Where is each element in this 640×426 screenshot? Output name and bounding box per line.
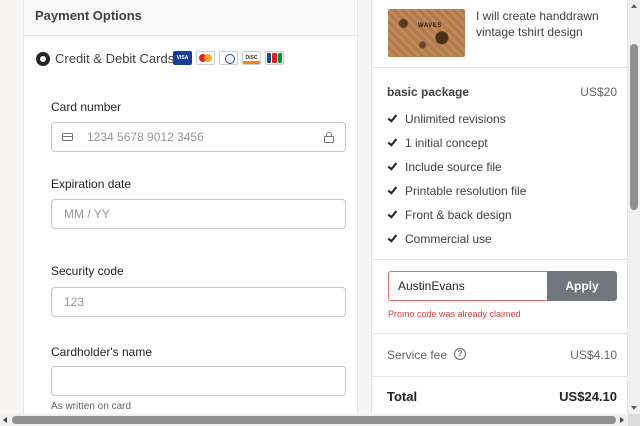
mastercard-icon bbox=[196, 51, 215, 65]
package-row: basic package US$20 bbox=[387, 85, 617, 100]
payment-options-header: Payment Options bbox=[24, 0, 357, 36]
card-brands: VISA DISC bbox=[173, 51, 284, 65]
promo-code-field[interactable] bbox=[388, 271, 548, 301]
feature-item: Include source file bbox=[387, 160, 526, 184]
service-fee-row: Service fee ? US$4.10 bbox=[387, 348, 617, 363]
promo-error-message: Promo code was already claimed bbox=[388, 309, 521, 319]
scroll-up-icon[interactable] bbox=[631, 4, 637, 8]
card-number-label: Card number bbox=[51, 100, 122, 114]
feature-item: Commercial use bbox=[387, 232, 526, 256]
service-fee-label: Service fee bbox=[387, 348, 448, 362]
horizontal-scroll-thumb[interactable] bbox=[12, 416, 616, 424]
feature-item: Printable resolution file bbox=[387, 184, 526, 208]
apply-promo-button[interactable]: Apply bbox=[547, 271, 617, 301]
security-code-field[interactable] bbox=[51, 287, 346, 317]
total-row: Total US$24.10 bbox=[387, 389, 617, 405]
divider bbox=[372, 67, 627, 68]
scroll-left-icon[interactable] bbox=[3, 417, 7, 423]
divider bbox=[372, 333, 627, 334]
card-number-input[interactable] bbox=[87, 123, 317, 151]
expiration-date-field[interactable] bbox=[51, 199, 346, 229]
checkmark-icon bbox=[387, 112, 398, 123]
service-fee-value: US$4.10 bbox=[570, 348, 617, 362]
package-price: US$20 bbox=[580, 85, 617, 99]
feature-list: Unlimited revisions 1 initial concept In… bbox=[387, 112, 526, 256]
info-icon[interactable]: ? bbox=[454, 348, 466, 360]
checkmark-icon bbox=[387, 232, 398, 243]
feature-item: Unlimited revisions bbox=[387, 112, 526, 136]
package-name: basic package bbox=[387, 85, 470, 99]
promo-code-input[interactable] bbox=[389, 272, 547, 300]
divider bbox=[372, 259, 627, 260]
lock-icon bbox=[324, 132, 334, 143]
vertical-scroll-thumb[interactable] bbox=[630, 44, 638, 210]
discover-icon: DISC bbox=[242, 51, 261, 65]
expiration-date-input[interactable] bbox=[64, 200, 294, 228]
total-label: Total bbox=[387, 389, 418, 404]
jcb-icon bbox=[265, 51, 284, 65]
thumbnail-text: WAVES bbox=[418, 23, 442, 29]
gig-thumbnail[interactable]: WAVES bbox=[388, 9, 465, 57]
order-summary-panel: WAVES I will create handdrawn vintage ts… bbox=[371, 0, 628, 414]
cardholder-name-input[interactable] bbox=[64, 367, 294, 395]
credit-card-icon bbox=[62, 133, 73, 141]
expiration-date-label: Expiration date bbox=[51, 177, 132, 191]
total-value: US$24.10 bbox=[559, 389, 617, 404]
credit-card-radio[interactable] bbox=[36, 52, 50, 66]
horizontal-scrollbar[interactable] bbox=[0, 414, 640, 426]
vertical-scrollbar[interactable] bbox=[628, 0, 640, 414]
scrollbar-corner bbox=[628, 414, 640, 426]
cardholder-name-field[interactable] bbox=[51, 366, 346, 396]
security-code-input[interactable] bbox=[64, 288, 294, 316]
divider bbox=[372, 376, 627, 377]
cardholder-name-label: Cardholder's name bbox=[51, 345, 153, 359]
card-number-field[interactable] bbox=[51, 122, 346, 152]
checkmark-icon bbox=[387, 208, 398, 219]
feature-item: 1 initial concept bbox=[387, 136, 526, 160]
security-code-label: Security code bbox=[51, 264, 124, 278]
feature-item: Front & back design bbox=[387, 208, 526, 232]
diners-club-icon bbox=[219, 51, 238, 65]
cardholder-hint: As written on card bbox=[51, 401, 132, 412]
scroll-right-icon[interactable] bbox=[620, 417, 624, 423]
credit-card-label[interactable]: Credit & Debit Cards bbox=[55, 51, 174, 66]
visa-icon: VISA bbox=[173, 51, 192, 65]
checkmark-icon bbox=[387, 160, 398, 171]
payment-options-title: Payment Options bbox=[35, 8, 142, 23]
scroll-down-icon[interactable] bbox=[631, 406, 637, 410]
gig-title[interactable]: I will create handdrawn vintage tshirt d… bbox=[476, 8, 616, 40]
checkmark-icon bbox=[387, 136, 398, 147]
checkmark-icon bbox=[387, 184, 398, 195]
